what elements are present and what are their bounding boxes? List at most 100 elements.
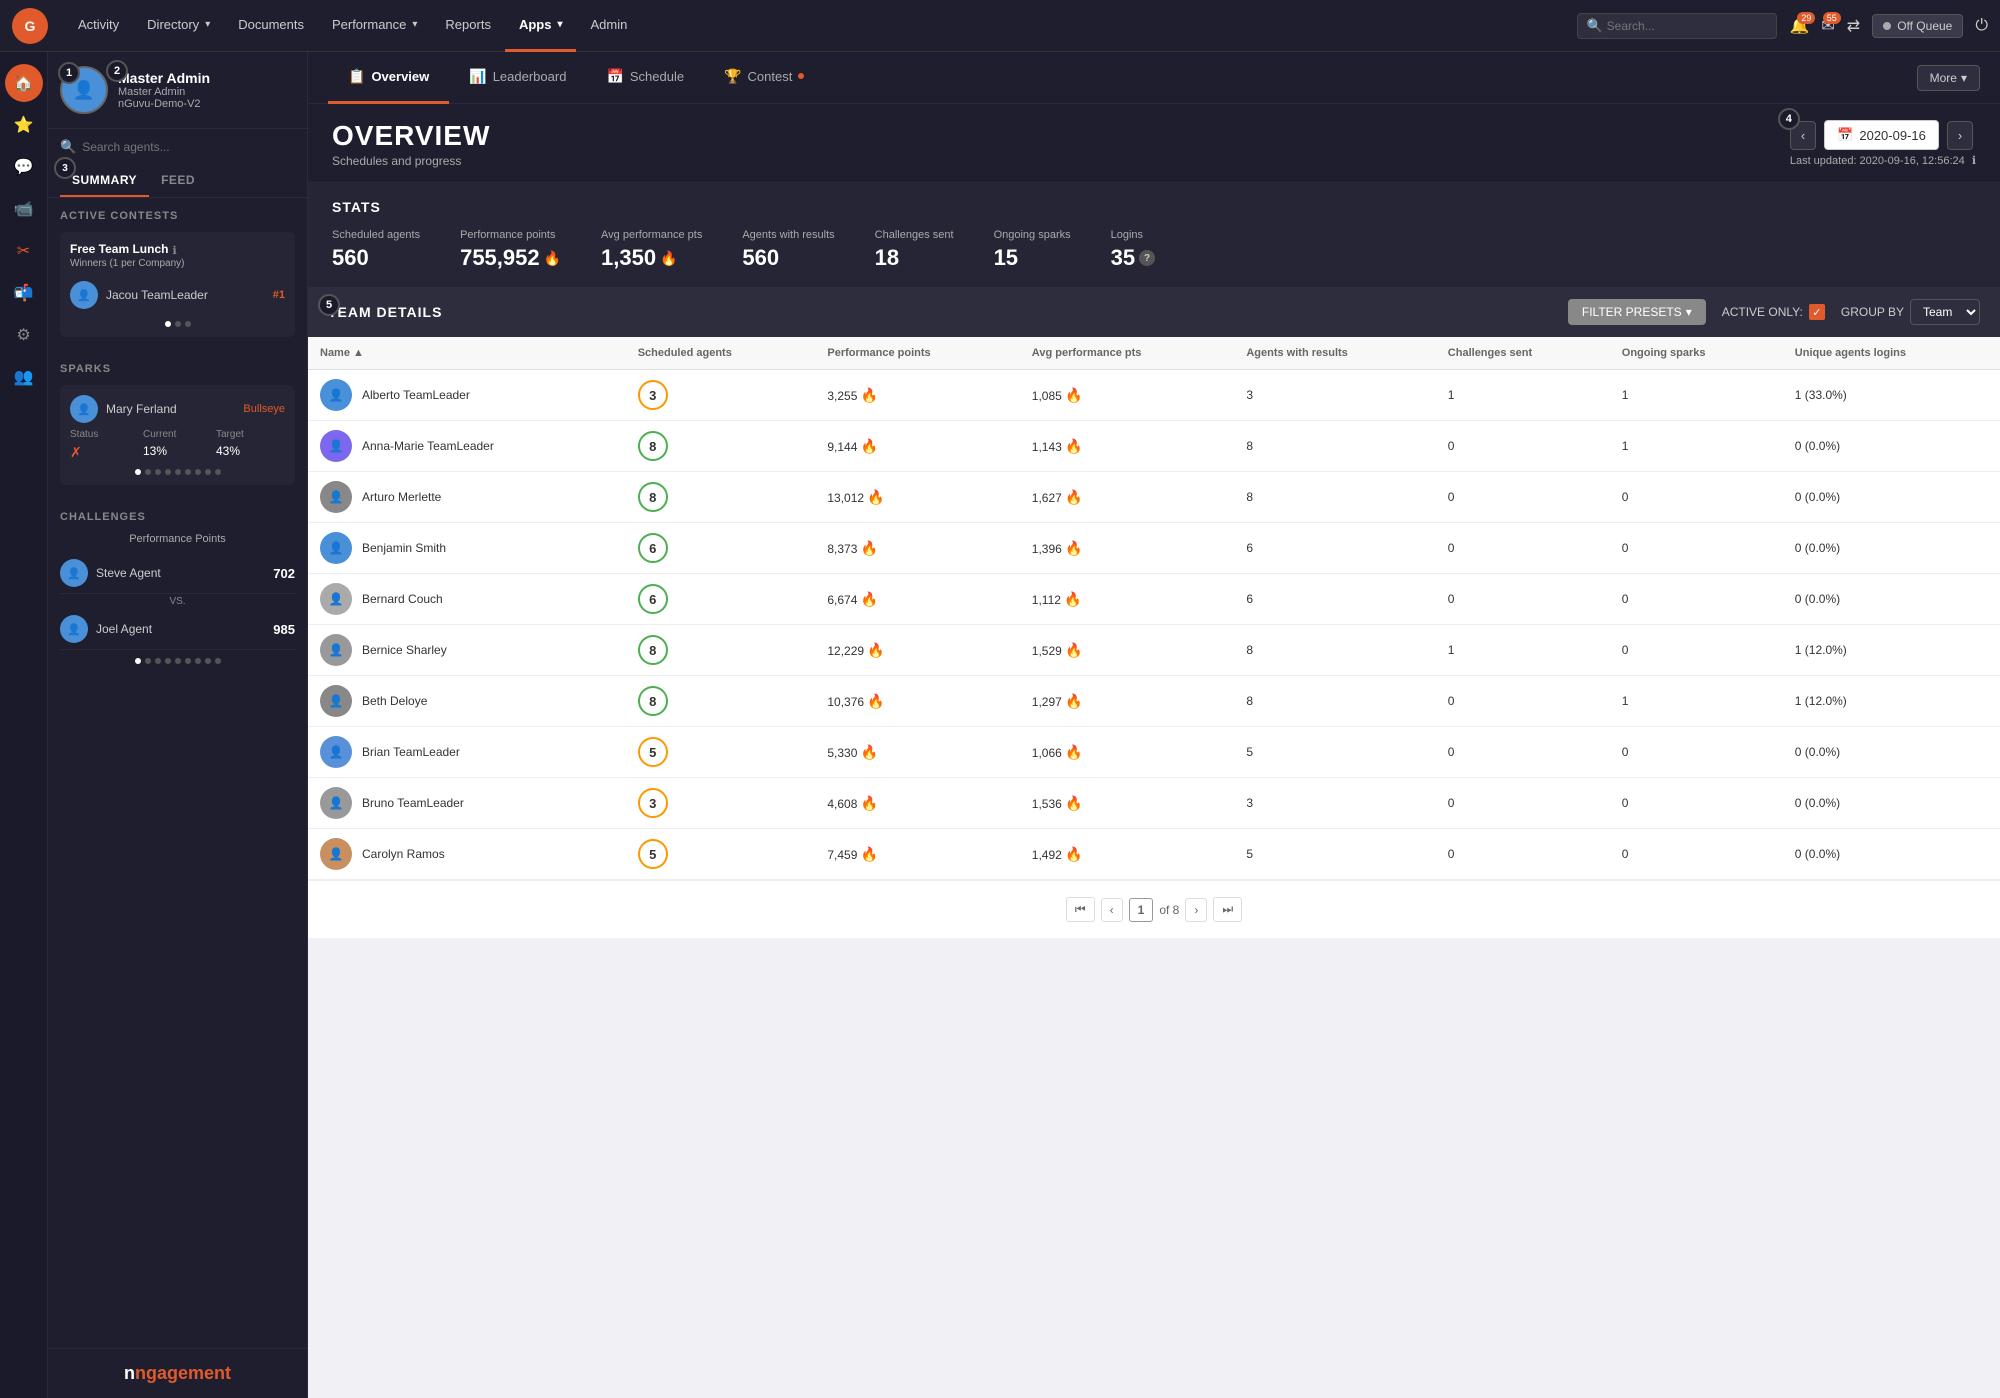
nav-admin[interactable]: Admin — [576, 0, 641, 52]
fire-icon: 🔥 — [544, 250, 561, 267]
filter-presets-button[interactable]: FILTER PRESETS ▾ — [1568, 299, 1706, 325]
first-page-button[interactable]: ⏮ — [1066, 897, 1095, 922]
fire-icon: 🔥 — [1065, 438, 1082, 454]
table-row[interactable]: 👤 Beth Deloye 8 10,376 🔥 1,297 🔥 8 0 1 1… — [308, 676, 2000, 727]
stats-title: STATS — [332, 199, 1976, 215]
prev-page-button[interactable]: ‹ — [1101, 898, 1123, 922]
cell-agents-results: 8 — [1234, 472, 1435, 523]
active-only-checkbox[interactable]: ✓ — [1809, 304, 1825, 320]
cell-challenges: 0 — [1436, 829, 1610, 880]
scheduled-circle: 6 — [638, 584, 668, 614]
date-next-button[interactable]: › — [1947, 121, 1973, 150]
chat-icon-btn[interactable]: 💬 — [5, 148, 43, 186]
cell-sparks: 0 — [1610, 625, 1783, 676]
cell-name: 👤 Carolyn Ramos — [308, 829, 626, 880]
cell-sparks: 0 — [1610, 472, 1783, 523]
share-button[interactable]: ⇄ — [1847, 16, 1860, 36]
messages-button[interactable]: ✉55 — [1821, 16, 1834, 36]
contest-subtitle: Winners (1 per Company) — [70, 258, 285, 269]
nav-reports[interactable]: Reports — [431, 0, 505, 52]
table-row[interactable]: 👤 Arturo Merlette 8 13,012 🔥 1,627 🔥 8 0… — [308, 472, 2000, 523]
scheduled-circle: 3 — [638, 380, 668, 410]
global-search[interactable]: 🔍 — [1577, 13, 1777, 39]
video-icon-btn[interactable]: 📹 — [5, 190, 43, 228]
subnav-leaderboard[interactable]: 📊 Leaderboard — [449, 52, 586, 104]
col-name[interactable]: Name ▲ — [308, 337, 626, 370]
table-row[interactable]: 👤 Brian TeamLeader 5 5,330 🔥 1,066 🔥 5 0… — [308, 727, 2000, 778]
team-details-section: 5 TEAM DETAILS FILTER PRESETS ▾ ACTIVE O… — [308, 287, 2000, 938]
table-row[interactable]: 👤 Benjamin Smith 6 8,373 🔥 1,396 🔥 6 0 0… — [308, 523, 2000, 574]
cell-scheduled: 6 — [626, 523, 816, 574]
scheduled-circle: 3 — [638, 788, 668, 818]
sparks-current-label: Current — [143, 429, 212, 440]
tab-feed[interactable]: FEED — [149, 165, 207, 197]
contest-dot — [798, 73, 804, 79]
notifications-button[interactable]: 🔔29 — [1789, 16, 1809, 36]
cell-avg-pts: 1,529 🔥 — [1020, 625, 1235, 676]
challenge-name-2: Joel Agent — [96, 622, 265, 636]
fire-icon: 🔥 — [1065, 846, 1082, 862]
sparks-target-val: 43% — [216, 444, 285, 461]
group-by-select[interactable]: Team Agent Role — [1910, 299, 1980, 325]
search-agents-input[interactable] — [82, 140, 295, 154]
page-title: OVERVIEW — [332, 120, 490, 152]
subnav-contest[interactable]: 🏆 Contest — [704, 52, 824, 104]
last-page-button[interactable]: ⏭ — [1213, 897, 1242, 922]
settings-icon-btn[interactable]: ⚙ — [5, 316, 43, 354]
cell-agents-results: 5 — [1234, 727, 1435, 778]
cell-name: 👤 Anna-Marie TeamLeader — [308, 421, 626, 472]
agent-header: 1 👤 2 Master Admin Master Admin nGuvu-De… — [48, 52, 307, 129]
table-row[interactable]: 👤 Alberto TeamLeader 3 3,255 🔥 1,085 🔥 3… — [308, 370, 2000, 421]
users-icon-btn[interactable]: 👥 — [5, 358, 43, 396]
current-page-button[interactable]: 1 — [1129, 898, 1154, 922]
search-input[interactable] — [1607, 19, 1769, 33]
nav-directory[interactable]: Directory▾ — [133, 0, 224, 52]
subnav-schedule[interactable]: 📅 Schedule — [586, 52, 704, 104]
contest-icon: 🏆 — [724, 68, 741, 85]
nav-documents[interactable]: Documents — [224, 0, 318, 52]
cell-logins: 0 (0.0%) — [1783, 829, 2000, 880]
date-value: 2020-09-16 — [1859, 128, 1926, 143]
cell-avg-pts: 1,396 🔥 — [1020, 523, 1235, 574]
table-row[interactable]: 👤 Carolyn Ramos 5 7,459 🔥 1,492 🔥 5 0 0 … — [308, 829, 2000, 880]
nav-activity[interactable]: Activity — [64, 0, 133, 52]
fire-icon: 🔥 — [1065, 693, 1082, 709]
cell-scheduled: 3 — [626, 370, 816, 421]
col-perf-pts: Performance points — [815, 337, 1019, 370]
stat-label: Logins — [1111, 229, 1155, 241]
subnav-overview[interactable]: 📋 Overview — [328, 52, 449, 104]
contest-card: Free Team Lunch ℹ Winners (1 per Company… — [60, 232, 295, 337]
stats-grid: Scheduled agents 560Performance points 7… — [332, 229, 1976, 271]
logo-icon[interactable]: G — [12, 8, 48, 44]
home-icon-btn[interactable]: 🏠 — [5, 64, 43, 102]
table-row[interactable]: 👤 Anna-Marie TeamLeader 8 9,144 🔥 1,143 … — [308, 421, 2000, 472]
cell-challenges: 0 — [1436, 727, 1610, 778]
power-button[interactable]: ⏻ — [1975, 17, 1988, 35]
nav-performance[interactable]: Performance▾ — [318, 0, 431, 52]
table-row[interactable]: 👤 Bernard Couch 6 6,674 🔥 1,112 🔥 6 0 0 … — [308, 574, 2000, 625]
nav-apps[interactable]: Apps▾ — [505, 0, 577, 52]
sparks-current-val: 13% — [143, 444, 212, 461]
cell-perf-pts: 6,674 🔥 — [815, 574, 1019, 625]
table-row[interactable]: 👤 Bernice Sharley 8 12,229 🔥 1,529 🔥 8 1… — [308, 625, 2000, 676]
table-row[interactable]: 👤 Bruno TeamLeader 3 4,608 🔥 1,536 🔥 3 0… — [308, 778, 2000, 829]
cut-icon-btn[interactable]: ✂ — [5, 232, 43, 270]
cell-agents-results: 3 — [1234, 370, 1435, 421]
fire-icon: 🔥 — [1064, 591, 1081, 607]
contest-leader-name: Jacou TeamLeader — [106, 288, 265, 302]
cell-agents-results: 8 — [1234, 421, 1435, 472]
step-2-badge: 2 — [106, 60, 128, 82]
search-agents-bar[interactable]: 🔍 — [48, 129, 307, 165]
active-contests-title: ACTIVE CONTESTS — [60, 210, 295, 222]
inbox-icon-btn[interactable]: 📬 — [5, 274, 43, 312]
more-button[interactable]: More ▾ — [1917, 65, 1980, 91]
next-page-button[interactable]: › — [1185, 898, 1207, 922]
stat-item: Agents with results 560 — [742, 229, 834, 271]
cell-avg-pts: 1,492 🔥 — [1020, 829, 1235, 880]
scheduled-circle: 5 — [638, 737, 668, 767]
challenges-subtitle: Performance Points — [60, 533, 295, 545]
challenge-item-1: 👤 Steve Agent 702 — [60, 553, 295, 594]
star-icon-btn[interactable]: ⭐ — [5, 106, 43, 144]
leaderboard-icon: 📊 — [469, 68, 486, 85]
status-button[interactable]: Off Queue — [1872, 14, 1963, 38]
